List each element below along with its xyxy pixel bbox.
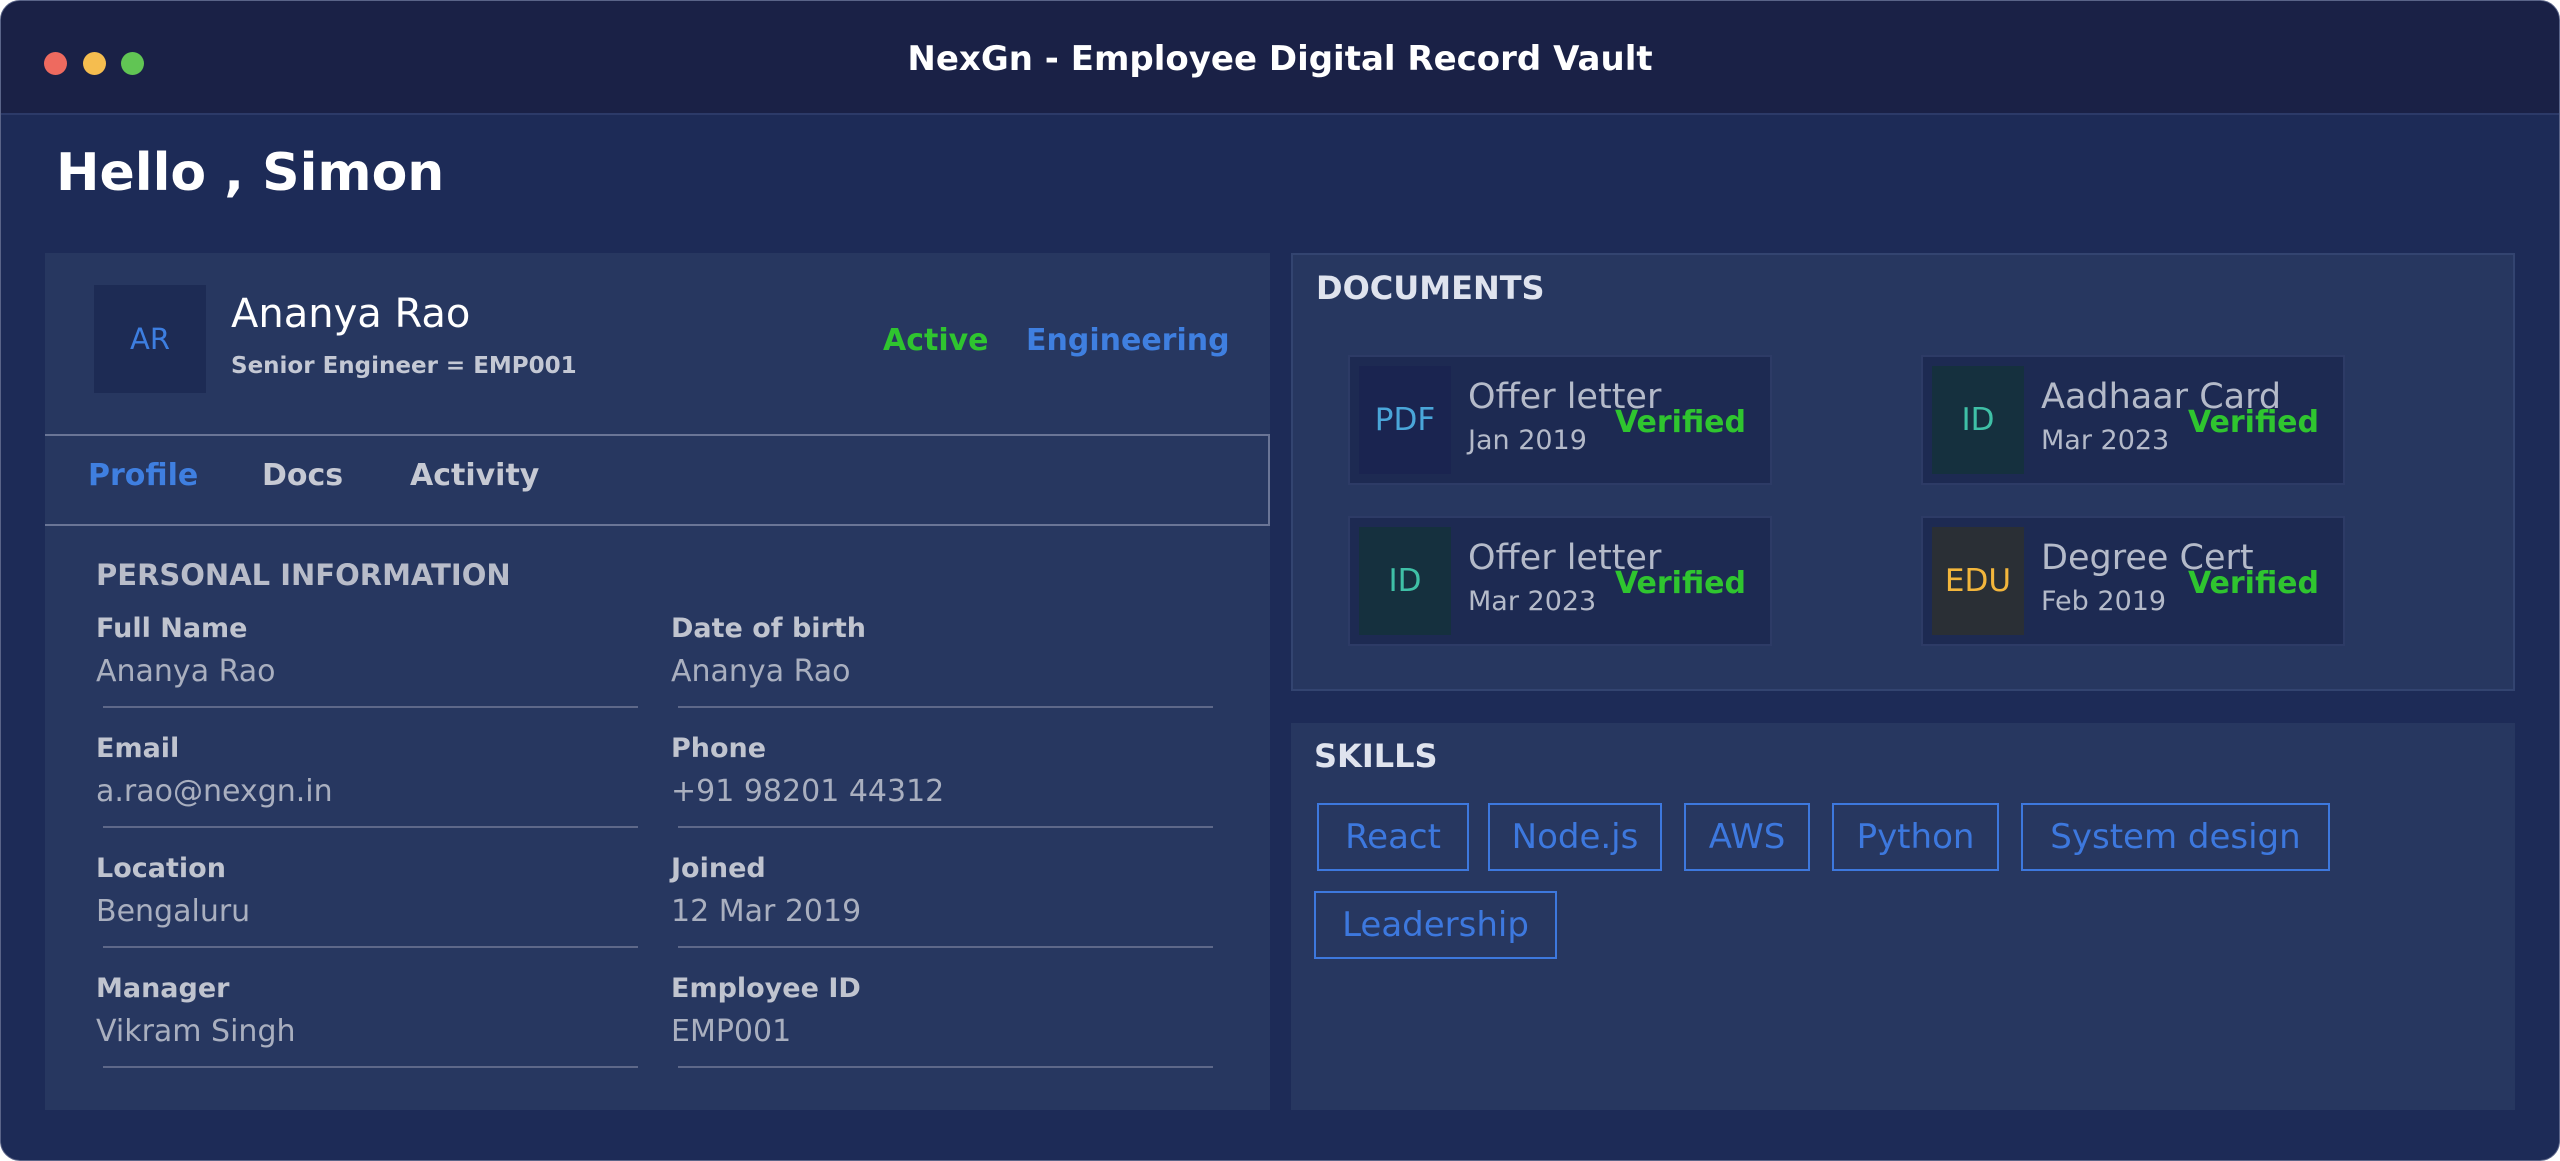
field-value: Ananya Rao xyxy=(671,654,851,689)
field-label: Manager xyxy=(96,973,230,1004)
id-card-icon: ID xyxy=(1932,366,2024,474)
field-email: Email a.rao@nexgn.in xyxy=(96,733,638,828)
tab-profile[interactable]: Profile xyxy=(88,458,198,493)
app-window: NexGn - Employee Digital Record Vault He… xyxy=(0,0,2560,1161)
window-title: NexGn - Employee Digital Record Vault xyxy=(907,39,1653,79)
field-label: Date of birth xyxy=(671,613,866,644)
skill-chip[interactable]: AWS xyxy=(1684,803,1810,871)
verified-badge: Verified xyxy=(2187,405,2319,440)
field-divider xyxy=(678,946,1213,948)
id-card-icon: ID xyxy=(1359,527,1451,635)
personal-info-heading: PERSONAL INFORMATION xyxy=(96,558,511,592)
document-date: Jan 2019 xyxy=(1468,425,1587,456)
field-location: Location Bengaluru xyxy=(96,853,638,948)
field-joined: Joined 12 Mar 2019 xyxy=(671,853,1213,948)
field-value: Vikram Singh xyxy=(96,1014,296,1049)
skill-chip[interactable]: Leadership xyxy=(1314,891,1557,959)
field-divider xyxy=(678,1066,1213,1068)
document-card[interactable]: PDF Offer letter Jan 2019 Verified xyxy=(1348,355,1772,485)
skill-chip[interactable]: Python xyxy=(1832,803,1999,871)
field-label: Employee ID xyxy=(671,973,861,1004)
field-value: Bengaluru xyxy=(96,894,251,929)
field-value: EMP001 xyxy=(671,1014,792,1049)
verified-badge: Verified xyxy=(1614,405,1746,440)
tab-activity[interactable]: Activity xyxy=(410,458,539,493)
field-employee-id: Employee ID EMP001 xyxy=(671,973,1213,1068)
document-date: Feb 2019 xyxy=(2041,586,2167,617)
employee-name: Ananya Rao xyxy=(231,291,471,337)
field-label: Location xyxy=(96,853,226,884)
documents-panel: DOCUMENTS PDF Offer letter Jan 2019 Veri… xyxy=(1291,253,2515,691)
document-card[interactable]: ID Aadhaar Card Mar 2023 Verified xyxy=(1921,355,2345,485)
field-manager: Manager Vikram Singh xyxy=(96,973,638,1068)
skills-heading: SKILLS xyxy=(1314,737,1438,775)
skill-chip[interactable]: System design xyxy=(2021,803,2330,871)
field-divider xyxy=(103,826,638,828)
field-divider xyxy=(678,706,1213,708)
verified-badge: Verified xyxy=(1614,566,1746,601)
field-label: Email xyxy=(96,733,180,764)
department-badge: Engineering xyxy=(1026,323,1230,358)
field-full-name: Full Name Ananya Rao xyxy=(96,613,638,708)
field-date-of-birth: Date of birth Ananya Rao xyxy=(671,613,1213,708)
profile-panel: AR Ananya Rao Senior Engineer = EMP001 A… xyxy=(45,253,1270,1110)
field-value: Ananya Rao xyxy=(96,654,276,689)
field-value: +91 98201 44312 xyxy=(671,774,945,809)
skills-panel: SKILLS React Node.js AWS Python System d… xyxy=(1291,723,2515,1110)
field-label: Full Name xyxy=(96,613,248,644)
skill-chip[interactable]: Node.js xyxy=(1488,803,1662,871)
tab-docs[interactable]: Docs xyxy=(262,458,343,493)
greeting: Hello , Simon xyxy=(56,143,445,203)
avatar: AR xyxy=(94,285,206,393)
field-divider xyxy=(103,1066,638,1068)
field-divider xyxy=(678,826,1213,828)
document-card[interactable]: EDU Degree Cert Feb 2019 Verified xyxy=(1921,516,2345,646)
title-bar: NexGn - Employee Digital Record Vault xyxy=(1,1,2559,115)
field-value: a.rao@nexgn.in xyxy=(96,774,333,809)
document-card[interactable]: ID Offer letter Mar 2023 Verified xyxy=(1348,516,1772,646)
field-divider xyxy=(103,946,638,948)
document-date: Mar 2023 xyxy=(2041,425,2170,456)
education-icon: EDU xyxy=(1932,527,2024,635)
field-divider xyxy=(103,706,638,708)
field-label: Joined xyxy=(671,853,766,884)
pdf-file-icon: PDF xyxy=(1359,366,1451,474)
profile-tabs: Profile Docs Activity xyxy=(45,434,1270,526)
documents-heading: DOCUMENTS xyxy=(1316,269,1545,307)
status-badge: Active xyxy=(883,323,989,358)
verified-badge: Verified xyxy=(2187,566,2319,601)
field-label: Phone xyxy=(671,733,767,764)
skill-chip[interactable]: React xyxy=(1317,803,1469,871)
field-phone: Phone +91 98201 44312 xyxy=(671,733,1213,828)
field-value: 12 Mar 2019 xyxy=(671,894,862,929)
document-date: Mar 2023 xyxy=(1468,586,1597,617)
employee-subtitle: Senior Engineer = EMP001 xyxy=(231,353,577,379)
